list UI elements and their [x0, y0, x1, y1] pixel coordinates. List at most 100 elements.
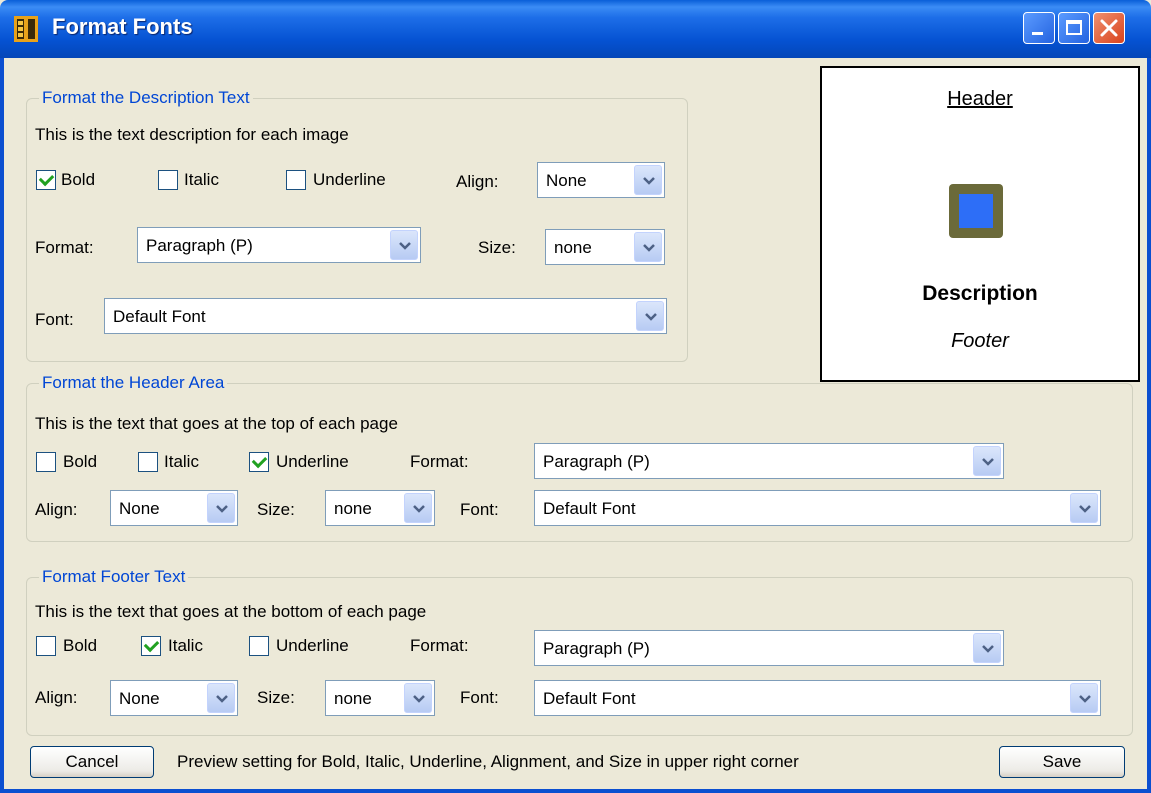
description-format-label: Format:: [35, 238, 94, 257]
chevron-down-icon: [216, 505, 228, 513]
dropdown-arrow-button[interactable]: [973, 633, 1001, 663]
header-bold-checkbox[interactable]: [36, 452, 56, 472]
image-placeholder-icon: [949, 184, 1003, 238]
dropdown-arrow-button[interactable]: [404, 493, 432, 523]
maximize-icon: [1066, 20, 1082, 35]
cancel-button[interactable]: Cancel: [30, 746, 154, 778]
chevron-down-icon: [413, 695, 425, 703]
description-font-select[interactable]: Default Font: [104, 298, 667, 334]
chevron-down-icon: [1079, 695, 1091, 703]
description-underline-checkbox[interactable]: [286, 170, 306, 190]
title-bar[interactable]: Format Fonts: [0, 0, 1151, 58]
chevron-down-icon: [399, 242, 411, 250]
dropdown-arrow-button[interactable]: [973, 446, 1001, 476]
description-align-value: None: [546, 171, 587, 190]
header-size-label: Size:: [257, 500, 295, 519]
description-format-value: Paragraph (P): [146, 236, 253, 255]
header-font-value: Default Font: [543, 499, 636, 518]
chevron-down-icon: [643, 177, 655, 185]
footer-info: This is the text that goes at the bottom…: [35, 602, 427, 621]
preview-panel: Header Description Footer: [820, 66, 1140, 382]
preview-header: Header: [947, 88, 1013, 110]
header-format-value: Paragraph (P): [543, 452, 650, 471]
chevron-down-icon: [1079, 505, 1091, 513]
description-underline-label: Underline: [313, 170, 386, 189]
header-italic-label: Italic: [164, 452, 199, 471]
description-italic-checkbox[interactable]: [158, 170, 178, 190]
footer-italic-checkbox[interactable]: [141, 636, 161, 656]
chevron-down-icon: [216, 695, 228, 703]
check-icon: [143, 636, 160, 653]
minimize-icon: [1032, 32, 1043, 35]
header-info: This is the text that goes at the top of…: [35, 414, 398, 433]
header-format-select[interactable]: Paragraph (P): [534, 443, 1004, 479]
footer-align-value: None: [119, 689, 160, 708]
description-bold-checkbox[interactable]: [36, 170, 56, 190]
dropdown-arrow-button[interactable]: [207, 683, 235, 713]
header-align-select[interactable]: None: [110, 490, 238, 526]
chevron-down-icon: [982, 458, 994, 466]
chevron-down-icon: [413, 505, 425, 513]
close-icon: [1100, 19, 1118, 37]
dropdown-arrow-button[interactable]: [390, 230, 418, 260]
description-align-label: Align:: [456, 172, 499, 191]
header-italic-checkbox[interactable]: [138, 452, 158, 472]
description-format-select[interactable]: Paragraph (P): [137, 227, 421, 263]
footer-font-value: Default Font: [543, 689, 636, 708]
description-align-select[interactable]: None: [537, 162, 665, 198]
header-font-label: Font:: [460, 500, 499, 519]
preview-description: Description: [922, 282, 1038, 305]
chevron-down-icon: [982, 645, 994, 653]
dropdown-arrow-button[interactable]: [207, 493, 235, 523]
check-icon: [251, 452, 268, 469]
header-align-value: None: [119, 499, 160, 518]
dropdown-arrow-button[interactable]: [634, 232, 662, 262]
footer-format-select[interactable]: Paragraph (P): [534, 630, 1004, 666]
description-size-label: Size:: [478, 238, 516, 257]
dropdown-arrow-button[interactable]: [636, 301, 664, 331]
minimize-button[interactable]: [1023, 12, 1055, 44]
chevron-down-icon: [643, 244, 655, 252]
footer-size-label: Size:: [257, 688, 295, 707]
footer-underline-checkbox[interactable]: [249, 636, 269, 656]
dropdown-arrow-button[interactable]: [634, 165, 662, 195]
footer-bold-label: Bold: [63, 636, 98, 655]
preview-footer: Footer: [951, 330, 1009, 352]
footer-italic-label: Italic: [168, 636, 203, 655]
description-italic-label: Italic: [184, 170, 219, 189]
header-size-value: none: [334, 499, 372, 518]
save-button[interactable]: Save: [999, 746, 1125, 778]
header-bold-label: Bold: [63, 452, 98, 471]
header-align-label: Align:: [35, 500, 78, 519]
footer-align-select[interactable]: None: [110, 680, 238, 716]
footer-size-value: none: [334, 689, 372, 708]
footer-legend: Format Footer Text: [39, 567, 189, 587]
footer-font-label: Font:: [460, 688, 499, 707]
description-size-select[interactable]: none: [545, 229, 665, 265]
description-font-value: Default Font: [113, 307, 206, 326]
description-bold-label: Bold: [61, 170, 96, 189]
maximize-button[interactable]: [1058, 12, 1090, 44]
preview-hint: Preview setting for Bold, Italic, Underl…: [177, 752, 799, 771]
header-underline-checkbox[interactable]: [249, 452, 269, 472]
close-button[interactable]: [1093, 12, 1125, 44]
window-title: Format Fonts: [52, 14, 193, 39]
footer-bold-checkbox[interactable]: [36, 636, 56, 656]
chevron-down-icon: [645, 313, 657, 321]
footer-font-select[interactable]: Default Font: [534, 680, 1101, 716]
description-font-label: Font:: [35, 310, 74, 329]
footer-size-select[interactable]: none: [325, 680, 435, 716]
header-underline-label: Underline: [276, 452, 349, 471]
dropdown-arrow-button[interactable]: [1070, 683, 1098, 713]
description-legend: Format the Description Text: [39, 88, 253, 108]
description-size-value: none: [554, 238, 592, 257]
header-font-select[interactable]: Default Font: [534, 490, 1101, 526]
footer-underline-label: Underline: [276, 636, 349, 655]
dropdown-arrow-button[interactable]: [404, 683, 432, 713]
footer-align-label: Align:: [35, 688, 78, 707]
check-icon: [38, 170, 55, 187]
header-size-select[interactable]: none: [325, 490, 435, 526]
description-info: This is the text description for each im…: [35, 125, 349, 144]
header-format-label: Format:: [410, 452, 469, 471]
dropdown-arrow-button[interactable]: [1070, 493, 1098, 523]
